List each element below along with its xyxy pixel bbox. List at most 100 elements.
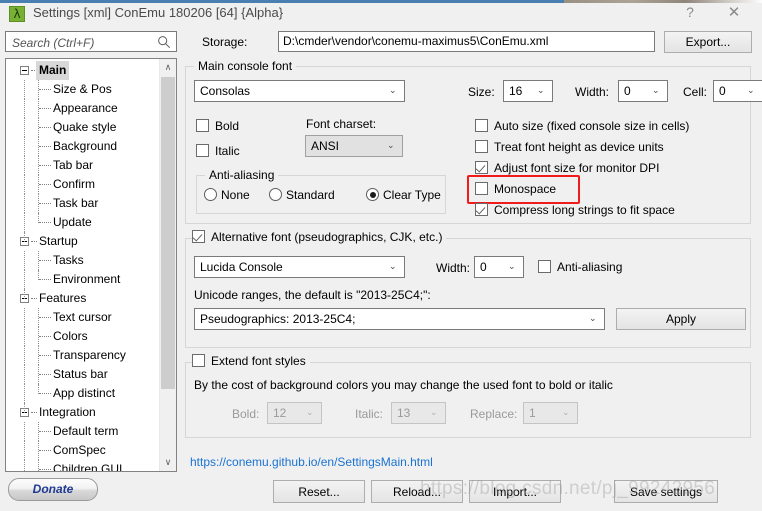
tree-connector	[24, 213, 26, 232]
main-console-font-title: Main console font	[194, 59, 297, 73]
font-charset-combo[interactable]: ANSI ⌄	[305, 135, 403, 157]
tree-connector	[24, 308, 26, 327]
tree-item-status-bar[interactable]: Status bar	[6, 365, 161, 384]
tree-item-label: Quake style	[53, 120, 117, 134]
help-button[interactable]: ?	[672, 0, 708, 25]
storage-label: Storage:	[202, 35, 248, 49]
close-button[interactable]: ✕	[716, 0, 752, 25]
tree-connector	[39, 165, 51, 167]
auto-size-label: Auto size (fixed console size in cells)	[494, 119, 690, 133]
tree-item-app-distinct[interactable]: App distinct	[6, 384, 161, 403]
treat-font-height-label: Treat font height as device units	[494, 140, 664, 154]
scrollbar-thumb[interactable]	[161, 77, 175, 389]
alt-antialiasing-label: Anti-aliasing	[557, 260, 623, 274]
reload-button[interactable]: Reload...	[371, 480, 463, 503]
tree-connector	[24, 270, 26, 289]
alt-antialiasing-checkbox[interactable]: Anti-aliasing	[538, 260, 622, 275]
antialias-cleartype-radio[interactable]: Clear Type	[366, 188, 441, 203]
chevron-down-icon: ⌄	[306, 407, 314, 417]
font-charset-label: Font charset:	[306, 117, 377, 131]
settings-panel: Main console font Consolas ⌄ Bold Italic…	[185, 58, 762, 472]
tree-item-tasks[interactable]: Tasks	[6, 251, 161, 270]
tree-item-features[interactable]: Features	[6, 289, 161, 308]
tree-connector	[39, 279, 51, 281]
italic-checkbox[interactable]: Italic	[196, 144, 240, 159]
tree-item-label: Update	[53, 215, 92, 229]
tree-item-default-term[interactable]: Default term	[6, 422, 161, 441]
tree-connector	[39, 374, 51, 376]
tree-item-task-bar[interactable]: Task bar	[6, 194, 161, 213]
tree-connector	[24, 422, 26, 441]
unicode-ranges-label: Unicode ranges, the default is "2013-25C…	[194, 288, 431, 302]
collapse-icon[interactable]	[20, 66, 29, 75]
tree-item-size-pos[interactable]: Size & Pos	[6, 80, 161, 99]
main-font-combo[interactable]: Consolas ⌄	[194, 80, 405, 102]
tree-item-update[interactable]: Update	[6, 213, 161, 232]
scroll-down-icon[interactable]: ∨	[160, 454, 176, 471]
extend-replace-combo[interactable]: 1 ⌄	[523, 402, 578, 424]
tree-item-transparency[interactable]: Transparency	[6, 346, 161, 365]
tree-item-children-gui[interactable]: Children GUI	[6, 460, 161, 471]
tree-item-environment[interactable]: Environment	[6, 270, 161, 289]
storage-path-field[interactable]: D:\cmder\vendor\conemu-maximus5\ConEmu.x…	[278, 31, 655, 52]
tree-item-integration[interactable]: Integration	[6, 403, 161, 422]
scroll-up-icon[interactable]: ∧	[160, 59, 176, 76]
bold-checkbox[interactable]: Bold	[196, 119, 239, 134]
width-value: 0	[624, 84, 631, 98]
alternative-font-combo[interactable]: Lucida Console ⌄	[194, 256, 405, 278]
tree-item-text-cursor[interactable]: Text cursor	[6, 308, 161, 327]
help-link[interactable]: https://conemu.github.io/en/SettingsMain…	[190, 455, 433, 469]
tree-connector	[24, 80, 26, 99]
compress-long-strings-checkbox[interactable]: Compress long strings to fit space	[475, 203, 675, 218]
antialias-none-radio[interactable]: None	[204, 188, 250, 203]
size-label: Size:	[468, 85, 495, 99]
extend-replace-value: 1	[529, 406, 536, 420]
donate-button[interactable]: Donate	[8, 478, 98, 501]
tree-scrollbar[interactable]: ∧ ∨	[159, 59, 176, 471]
tree-item-background[interactable]: Background	[6, 137, 161, 156]
antialias-standard-radio[interactable]: Standard	[269, 188, 335, 203]
export-button[interactable]: Export...	[664, 31, 752, 53]
save-settings-button[interactable]: Save settings	[614, 480, 718, 503]
extend-italic-combo[interactable]: 13 ⌄	[391, 402, 446, 424]
alternative-font-group: Alternative font (pseudographics, CJK, e…	[185, 230, 751, 348]
tree-item-colors[interactable]: Colors	[6, 327, 161, 346]
extend-bold-combo[interactable]: 12 ⌄	[267, 402, 322, 424]
size-combo[interactable]: 16 ⌄	[503, 80, 553, 102]
settings-dialog: λ Settings [xml] ConEmu 180206 [64] {Alp…	[0, 0, 762, 511]
tree-item-confirm[interactable]: Confirm	[6, 175, 161, 194]
search-input[interactable]	[10, 34, 154, 51]
tree-item-tab-bar[interactable]: Tab bar	[6, 156, 161, 175]
unicode-ranges-combo[interactable]: Pseudographics: 2013-25C4; ⌄	[194, 308, 605, 330]
monospace-checkbox[interactable]: Monospace	[475, 182, 556, 197]
import-button[interactable]: Import...	[469, 480, 561, 503]
chevron-down-icon: ⌄	[389, 85, 397, 95]
tree-item-main[interactable]: Main	[6, 61, 161, 80]
tree-connector	[24, 441, 26, 460]
tree-item-label: Main	[36, 61, 70, 80]
tree-item-startup[interactable]: Startup	[6, 232, 161, 251]
tree-item-quake-style[interactable]: Quake style	[6, 118, 161, 137]
alt-width-combo[interactable]: 0 ⌄	[474, 256, 524, 278]
reset-button[interactable]: Reset...	[273, 480, 365, 503]
width-combo[interactable]: 0 ⌄	[618, 80, 668, 102]
cell-value: 0	[719, 84, 726, 98]
alt-width-value: 0	[480, 260, 487, 274]
treat-font-height-checkbox[interactable]: Treat font height as device units	[475, 140, 664, 155]
extend-font-styles-checkbox[interactable]: Extend font styles	[192, 354, 306, 369]
search-box[interactable]	[5, 31, 177, 52]
apply-button[interactable]: Apply	[616, 308, 746, 330]
cell-combo[interactable]: 0 ⌄	[713, 80, 762, 102]
auto-size-checkbox[interactable]: Auto size (fixed console size in cells)	[475, 119, 689, 134]
tree-item-label: Transparency	[53, 348, 126, 362]
tree-item-label: Background	[53, 139, 118, 153]
adjust-font-size-dpi-checkbox[interactable]: Adjust font size for monitor DPI	[475, 161, 659, 176]
tree-connector	[39, 127, 51, 129]
tree-item-appearance[interactable]: Appearance	[6, 99, 161, 118]
alternative-font-checkbox[interactable]: Alternative font (pseudographics, CJK, e…	[192, 230, 442, 245]
settings-tree[interactable]: Main Size & Pos Appearance Quake style Backg…	[5, 58, 177, 472]
tree-connector	[31, 412, 37, 414]
tree-item-comspec[interactable]: ComSpec	[6, 441, 161, 460]
cell-label: Cell:	[683, 85, 708, 99]
search-icon	[158, 36, 171, 49]
